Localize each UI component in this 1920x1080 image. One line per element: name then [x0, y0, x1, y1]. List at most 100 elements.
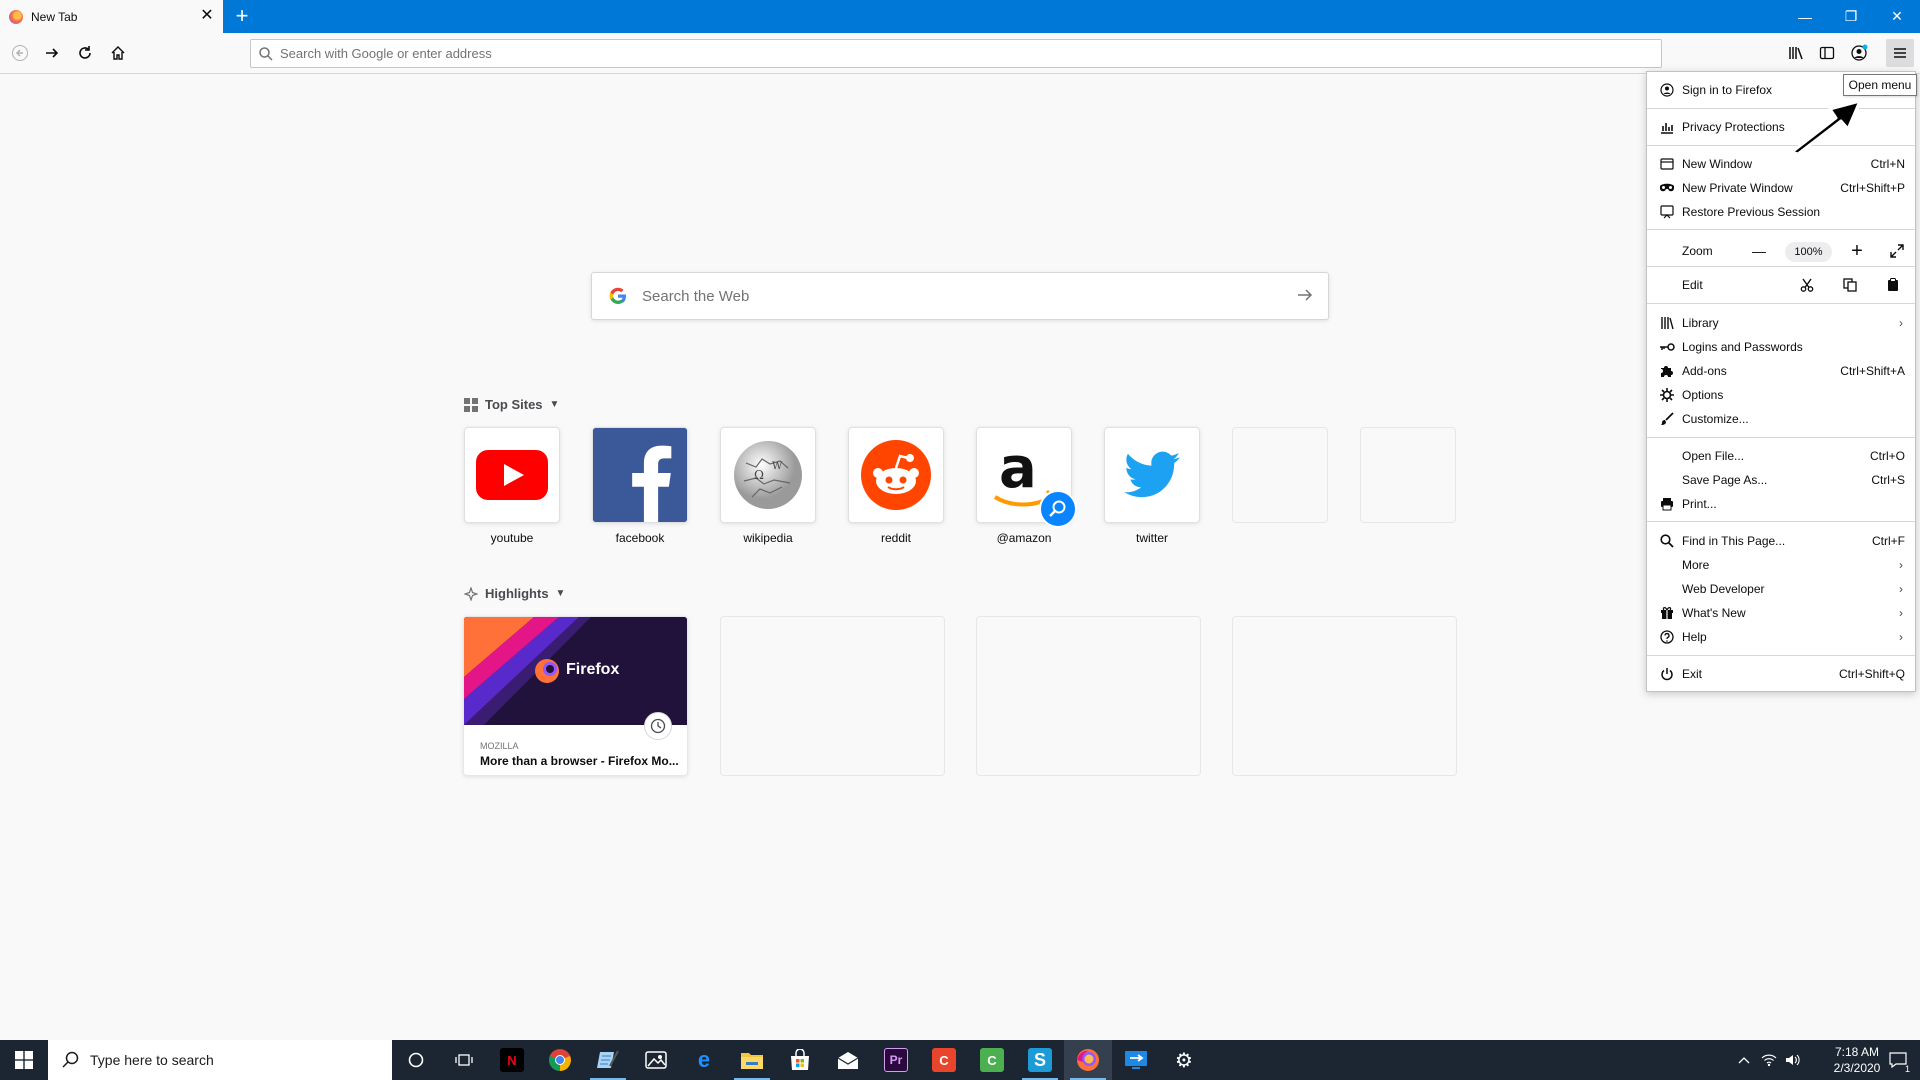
- close-tab-icon[interactable]: ✕: [199, 8, 215, 24]
- taskbar-app-settings[interactable]: ⚙: [1160, 1040, 1208, 1080]
- volume-button[interactable]: [1782, 1040, 1804, 1080]
- highlights-heading[interactable]: Highlights ▼: [464, 586, 565, 601]
- network-button[interactable]: [1758, 1040, 1780, 1080]
- menu-item-label: Web Developer: [1682, 582, 1765, 596]
- copy-button[interactable]: [1840, 275, 1860, 295]
- search-icon: [1659, 533, 1675, 549]
- search-go-arrow-icon[interactable]: [1296, 286, 1314, 309]
- menu-item-label: Exit: [1682, 667, 1703, 681]
- taskbar-search-box[interactable]: [48, 1040, 392, 1080]
- zoom-reset-button[interactable]: 100%: [1785, 242, 1832, 262]
- menu-item-find-in-page[interactable]: Find in This Page... Ctrl+F: [1647, 529, 1915, 553]
- menu-item-restore-session[interactable]: Restore Previous Session: [1647, 200, 1915, 224]
- taskbar-app-premiere[interactable]: Pr: [872, 1040, 920, 1080]
- web-search-input[interactable]: [642, 287, 1282, 305]
- action-center-button[interactable]: 1: [1880, 1040, 1916, 1080]
- menu-item-customize[interactable]: Customize...: [1647, 407, 1915, 431]
- sidebar-button[interactable]: [1813, 39, 1841, 67]
- svg-text:Ω: Ω: [754, 468, 764, 482]
- menu-item-save-page[interactable]: Save Page As... Ctrl+S: [1647, 468, 1915, 492]
- paste-button[interactable]: [1883, 275, 1903, 295]
- menu-item-exit[interactable]: Exit Ctrl+Shift+Q: [1647, 662, 1915, 686]
- highlight-card-firefox[interactable]: Firefox MOZILLA More than a browser - Fi…: [463, 616, 688, 776]
- address-bar[interactable]: [250, 39, 1662, 68]
- clock-icon: [644, 712, 672, 740]
- gear-icon: [1659, 387, 1675, 403]
- taskbar-app-edge[interactable]: e: [680, 1040, 728, 1080]
- top-site-tile-wikipedia[interactable]: ΩW: [720, 427, 816, 523]
- menu-item-add-ons[interactable]: Add-ons Ctrl+Shift+A: [1647, 359, 1915, 383]
- top-site-tile-facebook[interactable]: [592, 427, 688, 523]
- home-button[interactable]: [104, 39, 132, 67]
- menu-item-shortcut: Ctrl+Shift+P: [1840, 181, 1905, 195]
- library-button[interactable]: [1782, 39, 1810, 67]
- minimize-button[interactable]: —: [1782, 0, 1828, 33]
- taskbar-app-camtasia-red[interactable]: C: [920, 1040, 968, 1080]
- web-search-box[interactable]: [591, 272, 1329, 320]
- notepad-icon: [597, 1050, 619, 1068]
- taskbar-app-snagit[interactable]: S: [1016, 1040, 1064, 1080]
- menu-item-new-private-window[interactable]: New Private Window Ctrl+Shift+P: [1647, 176, 1915, 200]
- menu-item-print[interactable]: Print...: [1647, 492, 1915, 516]
- cortana-circle-icon: [408, 1052, 424, 1068]
- forward-button[interactable]: [38, 39, 66, 67]
- menu-item-library[interactable]: Library ›: [1647, 311, 1915, 335]
- reload-button[interactable]: [71, 39, 99, 67]
- chevron-right-icon: ›: [1899, 606, 1903, 620]
- taskbar-search-input[interactable]: [90, 1052, 370, 1068]
- menu-item-whats-new[interactable]: What's New ›: [1647, 601, 1915, 625]
- menu-item-label: Options: [1682, 388, 1724, 402]
- cut-button[interactable]: [1797, 275, 1817, 295]
- url-input[interactable]: [280, 46, 1630, 61]
- camtasia-red-icon: C: [932, 1048, 956, 1072]
- windows-taskbar: N e Pr C C S ⚙ 7:18 AM 2/3/2020: [0, 1040, 1920, 1080]
- back-button[interactable]: [6, 39, 34, 67]
- sidebar-icon: [1819, 46, 1835, 60]
- menu-item-logins-passwords[interactable]: Logins and Passwords: [1647, 335, 1915, 359]
- taskbar-app-photos[interactable]: [632, 1040, 680, 1080]
- close-window-button[interactable]: ✕: [1874, 0, 1920, 33]
- taskbar-app-file-explorer[interactable]: [728, 1040, 776, 1080]
- start-button[interactable]: [0, 1040, 48, 1080]
- zoom-in-button[interactable]: +: [1845, 240, 1869, 262]
- menu-item-web-developer[interactable]: Web Developer ›: [1647, 577, 1915, 601]
- svg-text:a: a: [999, 436, 1037, 501]
- taskbar-app-firefox[interactable]: [1064, 1040, 1112, 1080]
- new-tab-button[interactable]: +: [231, 5, 253, 27]
- taskbar-app-notepad[interactable]: [584, 1040, 632, 1080]
- taskbar-app-store[interactable]: [776, 1040, 824, 1080]
- cortana-button[interactable]: [392, 1040, 440, 1080]
- open-menu-button[interactable]: [1886, 39, 1914, 67]
- menu-item-more[interactable]: More ›: [1647, 553, 1915, 577]
- key-icon: [1659, 339, 1675, 355]
- new-tab-page: Top Sites ▼ youtube facebook ΩW wikipedi…: [0, 74, 1920, 1040]
- top-site-label: youtube: [490, 531, 534, 545]
- taskbar-app-netflix[interactable]: N: [488, 1040, 536, 1080]
- top-site-tile-reddit[interactable]: [848, 427, 944, 523]
- top-sites-heading[interactable]: Top Sites ▼: [464, 397, 559, 412]
- zoom-out-button[interactable]: —: [1747, 240, 1771, 262]
- paste-icon: [1888, 278, 1898, 291]
- top-site-tile-empty[interactable]: [1360, 427, 1456, 523]
- remote-desktop-icon: [1125, 1051, 1147, 1069]
- taskbar-app-chrome[interactable]: [536, 1040, 584, 1080]
- taskbar-app-camtasia-green[interactable]: C: [968, 1040, 1016, 1080]
- top-site-tile-twitter[interactable]: [1104, 427, 1200, 523]
- svg-text:W: W: [772, 461, 783, 472]
- task-view-button[interactable]: [440, 1040, 488, 1080]
- tab-new-tab[interactable]: New Tab ✕: [0, 0, 223, 33]
- top-site-tile-amazon[interactable]: a: [976, 427, 1077, 528]
- taskbar-app-remote-desktop[interactable]: [1112, 1040, 1160, 1080]
- taskbar-app-mail[interactable]: [824, 1040, 872, 1080]
- show-hidden-icons-button[interactable]: [1733, 1040, 1755, 1080]
- fullscreen-button[interactable]: [1887, 241, 1907, 261]
- menu-item-open-file[interactable]: Open File... Ctrl+O: [1647, 444, 1915, 468]
- chevron-down-icon: ▼: [549, 399, 560, 410]
- highlight-title: More than a browser - Firefox Mo...: [480, 754, 679, 768]
- account-button[interactable]: [1845, 39, 1873, 67]
- menu-item-options[interactable]: Options: [1647, 383, 1915, 407]
- top-site-tile-empty[interactable]: [1232, 427, 1328, 523]
- top-site-tile-youtube[interactable]: [464, 427, 560, 523]
- menu-item-help[interactable]: Help ›: [1647, 625, 1915, 649]
- restore-button[interactable]: ❐: [1828, 0, 1874, 33]
